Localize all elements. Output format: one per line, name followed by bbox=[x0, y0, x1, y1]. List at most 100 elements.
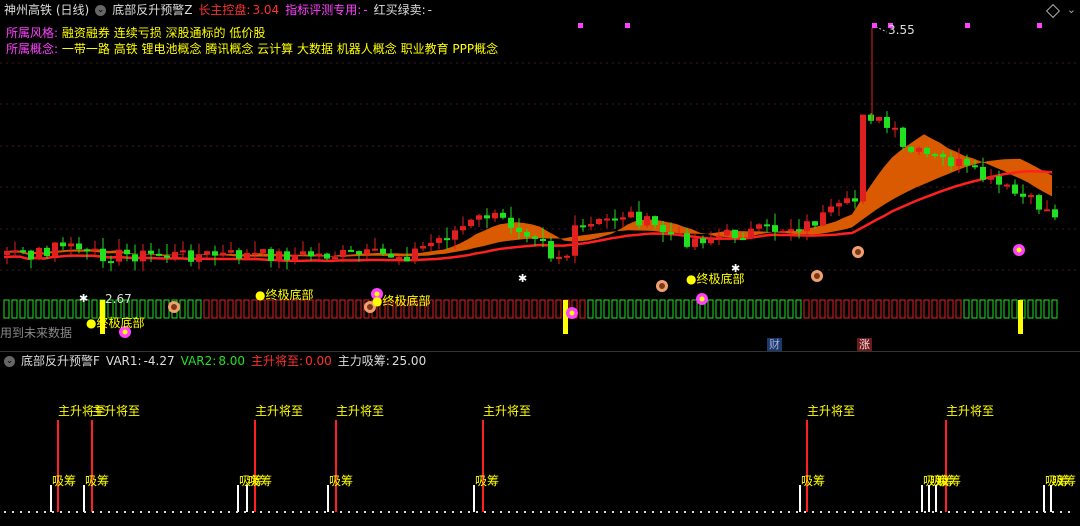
baseline-dot bbox=[316, 511, 318, 513]
signal-bar bbox=[3, 299, 10, 319]
signal-dot bbox=[965, 23, 970, 28]
signal-bar bbox=[179, 299, 186, 319]
signal-bar bbox=[907, 299, 914, 319]
baseline-dot bbox=[308, 511, 310, 513]
candle-body bbox=[84, 249, 90, 252]
signal-bar bbox=[843, 299, 850, 319]
baseline-dot bbox=[476, 511, 478, 513]
candle-body bbox=[436, 238, 442, 243]
face-center bbox=[171, 304, 177, 310]
baseline-dot bbox=[372, 511, 374, 513]
candle-body bbox=[60, 242, 66, 247]
signal-dot bbox=[625, 23, 630, 28]
baseline-dot bbox=[1028, 511, 1030, 513]
baseline-dot bbox=[884, 511, 886, 513]
absorb-label: 主力吸筹: bbox=[337, 354, 390, 368]
candle-body bbox=[684, 233, 690, 247]
signal-bar bbox=[59, 299, 66, 319]
candle-body bbox=[124, 249, 130, 255]
indicator-name[interactable]: 底部反升预警Z bbox=[112, 0, 192, 20]
candle-body bbox=[500, 212, 506, 218]
signal-dot bbox=[578, 23, 583, 28]
candle-body bbox=[748, 228, 754, 239]
candle-body bbox=[388, 253, 394, 258]
candle-body bbox=[660, 225, 666, 233]
candle-body bbox=[860, 114, 866, 202]
candle-body bbox=[820, 212, 826, 226]
baseline-dot bbox=[724, 511, 726, 513]
baseline-dot bbox=[324, 511, 326, 513]
signal-bar bbox=[51, 299, 58, 319]
baseline-dot bbox=[28, 511, 30, 513]
indicator-header: 神州高铁 (日线) ⌄ 底部反升预警Z 长主控盘: 3.04 指标评测专用: -… bbox=[4, 0, 432, 20]
absorb-bar bbox=[799, 485, 801, 512]
chevron-down-icon[interactable]: ⌄ bbox=[95, 4, 107, 16]
baseline-dot bbox=[540, 511, 542, 513]
candlestick-chart[interactable]: ✱✱✱ bbox=[0, 20, 1080, 350]
absorb-label: 吸筹 bbox=[937, 474, 961, 488]
bottom-signal-label: ●终极底部 bbox=[86, 316, 145, 330]
signal-bar bbox=[227, 299, 234, 319]
candle-body bbox=[1044, 209, 1050, 212]
baseline-dot bbox=[108, 511, 110, 513]
baseline-dot bbox=[940, 511, 942, 513]
signal-bar bbox=[891, 299, 898, 319]
candle-body bbox=[468, 219, 474, 227]
bottom-signal-label: ●终极底部 bbox=[255, 288, 314, 302]
sub-indicator-chart[interactable]: 主升将至主升将至 主升将至 主升将至 主升将至 主升将至 主升将至吸筹 吸筹 吸筹吸筹 吸筹 吸筹… bbox=[0, 370, 1080, 526]
baseline-dot bbox=[708, 511, 710, 513]
signal-bar bbox=[243, 299, 250, 319]
signal-bar bbox=[803, 299, 810, 319]
candle-body bbox=[940, 154, 946, 158]
baseline-dot bbox=[180, 511, 182, 513]
baseline-dot bbox=[660, 511, 662, 513]
candle-body bbox=[956, 158, 962, 167]
chevron-down-icon[interactable]: ⌄ bbox=[4, 355, 15, 367]
baseline-dot bbox=[516, 511, 518, 513]
stock-title: 神州高铁 (日线) bbox=[4, 3, 90, 17]
strong-signal-bar bbox=[1018, 300, 1023, 334]
candle-body bbox=[868, 114, 874, 121]
candle-body bbox=[1036, 195, 1042, 210]
signal-bar bbox=[739, 299, 746, 319]
baseline-dot bbox=[996, 511, 998, 513]
baseline-dot bbox=[1068, 511, 1070, 513]
candle-body bbox=[1020, 193, 1026, 197]
signal-bar bbox=[771, 299, 778, 319]
signal-bar bbox=[595, 299, 602, 319]
finance-badge[interactable]: 财 bbox=[767, 338, 782, 351]
candle-body bbox=[12, 250, 18, 253]
candle-body bbox=[572, 225, 578, 256]
baseline-dot bbox=[420, 511, 422, 513]
signal-bar bbox=[195, 299, 202, 319]
baseline-dot bbox=[4, 511, 6, 513]
signal-bar bbox=[339, 299, 346, 319]
buy-sell-value: - bbox=[427, 3, 432, 17]
candle-body bbox=[644, 216, 650, 226]
absorb-bar bbox=[928, 485, 930, 512]
signal-bar bbox=[963, 299, 970, 319]
baseline-dot bbox=[556, 511, 558, 513]
signal-bar bbox=[467, 299, 474, 319]
signal-bar bbox=[675, 299, 682, 319]
sub-indicator-name[interactable]: 底部反升预警F bbox=[21, 351, 100, 371]
baseline-dot bbox=[500, 511, 502, 513]
eval-value: - bbox=[363, 3, 368, 17]
baseline-dot bbox=[532, 511, 534, 513]
baseline-dot bbox=[716, 511, 718, 513]
baseline-dot bbox=[988, 511, 990, 513]
chevron-down-icon[interactable]: ⌄ bbox=[1067, 3, 1076, 16]
candle-body bbox=[148, 250, 154, 254]
baseline-dot bbox=[172, 511, 174, 513]
signal-bar bbox=[819, 299, 826, 319]
signal-bar bbox=[219, 299, 226, 319]
signal-bar bbox=[547, 299, 554, 319]
absorb-bar bbox=[1043, 485, 1045, 512]
signal-bar bbox=[915, 299, 922, 319]
limit-up-badge[interactable]: 涨 bbox=[857, 338, 872, 351]
candle-body bbox=[204, 251, 210, 255]
diamond-icon[interactable] bbox=[1045, 3, 1061, 19]
baseline-dot bbox=[12, 511, 14, 513]
candle-body bbox=[1004, 184, 1010, 187]
baseline-dot bbox=[684, 511, 686, 513]
